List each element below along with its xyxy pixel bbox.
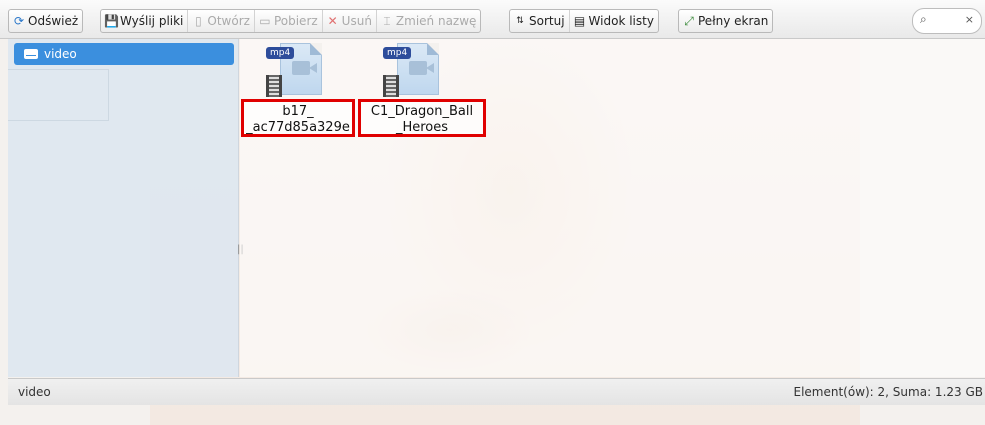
toolbar-group-view: ⇅ Sortuj ▤ Widok listy — [509, 9, 659, 33]
delete-button[interactable]: ✕ Usuń — [323, 10, 377, 32]
video-file-icon: mp4 — [383, 43, 439, 97]
delete-label: Usuń — [341, 14, 372, 28]
file-manager-window: ⟳ Odśwież 💾 Wyślij pliki ▯ Otwórz ▭ Pobi… — [0, 0, 985, 405]
file-item[interactable]: mp4 b17_ _ac77d85a329e2 — [241, 41, 361, 141]
upload-button[interactable]: 💾 Wyślij pliki — [101, 10, 189, 32]
fullscreen-button[interactable]: ⤢ Pełny ekran — [679, 10, 772, 32]
status-summary: Element(ów): 2, Suma: 1.23 GB — [793, 385, 983, 399]
sort-icon: ⇅ — [516, 16, 524, 26]
download-button[interactable]: ▭ Pobierz — [255, 10, 323, 32]
clear-search-icon[interactable]: × — [965, 13, 974, 26]
list-view-button[interactable]: ▤ Widok listy — [570, 10, 658, 32]
toolbar-group-refresh: ⟳ Odśwież — [8, 9, 84, 33]
sort-button[interactable]: ⇅ Sortuj — [510, 10, 570, 32]
sidebar-item-label: video — [44, 47, 77, 61]
upload-icon: 💾 — [104, 14, 119, 28]
sidebar-item-video[interactable]: video — [14, 43, 234, 65]
toolbar: ⟳ Odśwież 💾 Wyślij pliki ▯ Otwórz ▭ Pobi… — [0, 0, 985, 39]
rename-button[interactable]: ⌶ Zmień nazwę — [377, 10, 481, 32]
refresh-button[interactable]: ⟳ Odśwież — [9, 10, 82, 32]
sidebar: video || — [8, 39, 244, 377]
toolbar-group-files: 💾 Wyślij pliki ▯ Otwórz ▭ Pobierz ✕ Usuń… — [100, 9, 482, 33]
status-path: video — [18, 385, 51, 399]
file-name[interactable]: b17_ _ac77d85a329e2 — [241, 99, 355, 137]
film-reel-icon — [383, 75, 399, 97]
fullscreen-label: Pełny ekran — [698, 14, 769, 28]
list-view-label: Widok listy — [588, 14, 654, 28]
file-item[interactable]: mp4 C1_Dragon_Ball _Heroes — [358, 41, 486, 141]
search-input[interactable]: ⌕ × — [912, 8, 982, 34]
file-type-badge: mp4 — [383, 47, 412, 59]
file-name[interactable]: C1_Dragon_Ball _Heroes — [358, 99, 486, 137]
rename-label: Zmień nazwę — [395, 14, 477, 28]
sidebar-ghost-panel — [8, 69, 109, 121]
sort-label: Sortuj — [529, 14, 565, 28]
open-icon: ▯ — [195, 14, 202, 28]
video-file-icon: mp4 — [266, 43, 322, 97]
delete-icon: ✕ — [327, 14, 338, 28]
download-icon: ▭ — [259, 14, 271, 28]
file-area: mp4 b17_ _ac77d85a329e2 mp4 C1_Dragon_Ba… — [240, 39, 985, 377]
file-type-badge: mp4 — [266, 47, 295, 59]
open-button[interactable]: ▯ Otwórz — [188, 10, 255, 32]
upload-label: Wyślij pliki — [120, 14, 184, 28]
refresh-icon: ⟳ — [13, 14, 25, 28]
status-bar: video Element(ów): 2, Suma: 1.23 GB — [8, 378, 985, 405]
film-reel-icon — [266, 75, 282, 97]
open-label: Otwórz — [207, 14, 250, 28]
download-label: Pobierz — [273, 14, 318, 28]
list-view-icon: ▤ — [573, 14, 586, 28]
toolbar-group-fullscreen: ⤢ Pełny ekran — [678, 9, 774, 33]
drive-icon — [24, 49, 38, 59]
search-icon: ⌕ — [920, 12, 927, 26]
rename-icon: ⌶ — [383, 14, 391, 28]
refresh-label: Odśwież — [28, 14, 79, 28]
fullscreen-icon: ⤢ — [684, 14, 694, 28]
